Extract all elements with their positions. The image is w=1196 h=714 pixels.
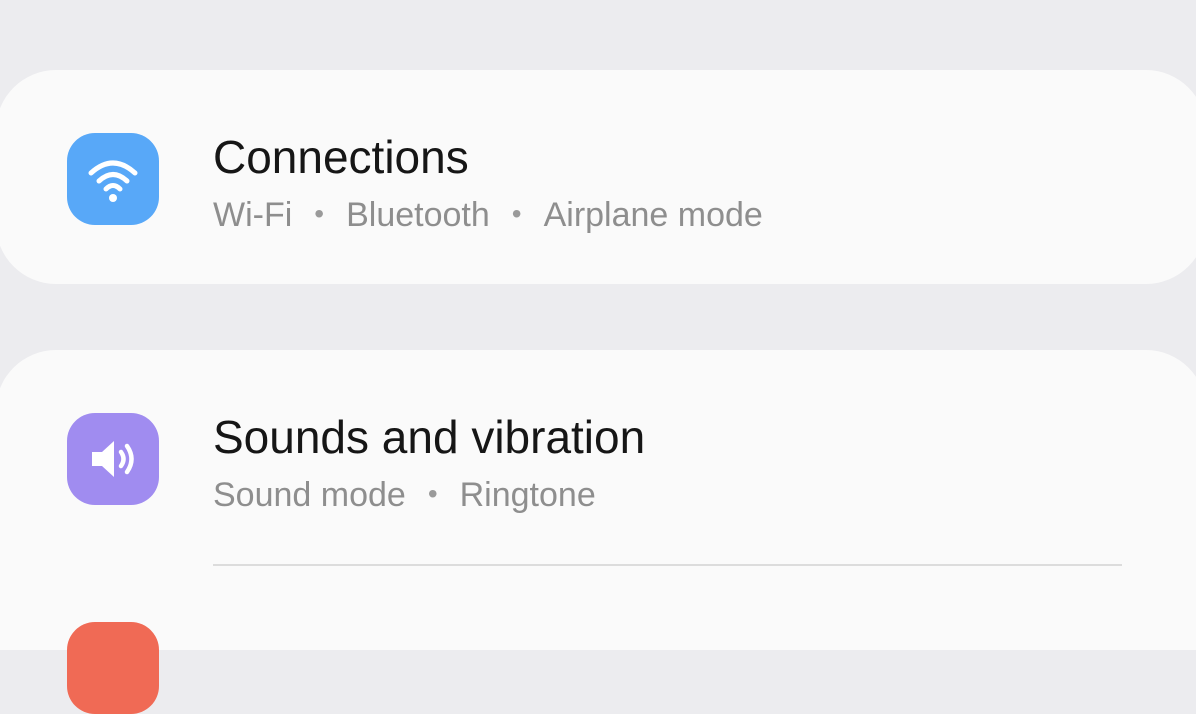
- wifi-icon: [67, 133, 159, 225]
- item-title-connections: Connections: [213, 131, 469, 183]
- settings-item-connections[interactable]: Connections Wi-Fi • Bluetooth • Airplane mod…: [0, 70, 1196, 284]
- item-subtitle-sounds: Sound mode • Ringtone: [213, 478, 596, 512]
- speaker-icon: [67, 413, 159, 505]
- settings-group-card: Sounds and vibration Sound mode • Ringtone: [0, 350, 1196, 714]
- separator-dot: •: [511, 198, 522, 229]
- separator-dot: •: [427, 478, 438, 509]
- subtitle-wifi: Wi-Fi: [213, 196, 293, 234]
- next-item-icon[interactable]: [67, 622, 159, 714]
- item-title-sounds: Sounds and vibration: [213, 411, 646, 463]
- subtitle-bluetooth: Bluetooth: [346, 196, 490, 234]
- subtitle-airplane-mode: Airplane mode: [543, 196, 763, 234]
- separator-dot: •: [314, 198, 325, 229]
- list-divider: [213, 564, 1122, 566]
- subtitle-sound-mode: Sound mode: [213, 476, 406, 514]
- subtitle-ringtone: Ringtone: [459, 476, 596, 514]
- settings-item-sounds-and-vibration[interactable]: Sounds and vibration Sound mode • Ringtone: [0, 350, 1196, 530]
- item-subtitle-connections: Wi-Fi • Bluetooth • Airplane mode: [213, 198, 763, 232]
